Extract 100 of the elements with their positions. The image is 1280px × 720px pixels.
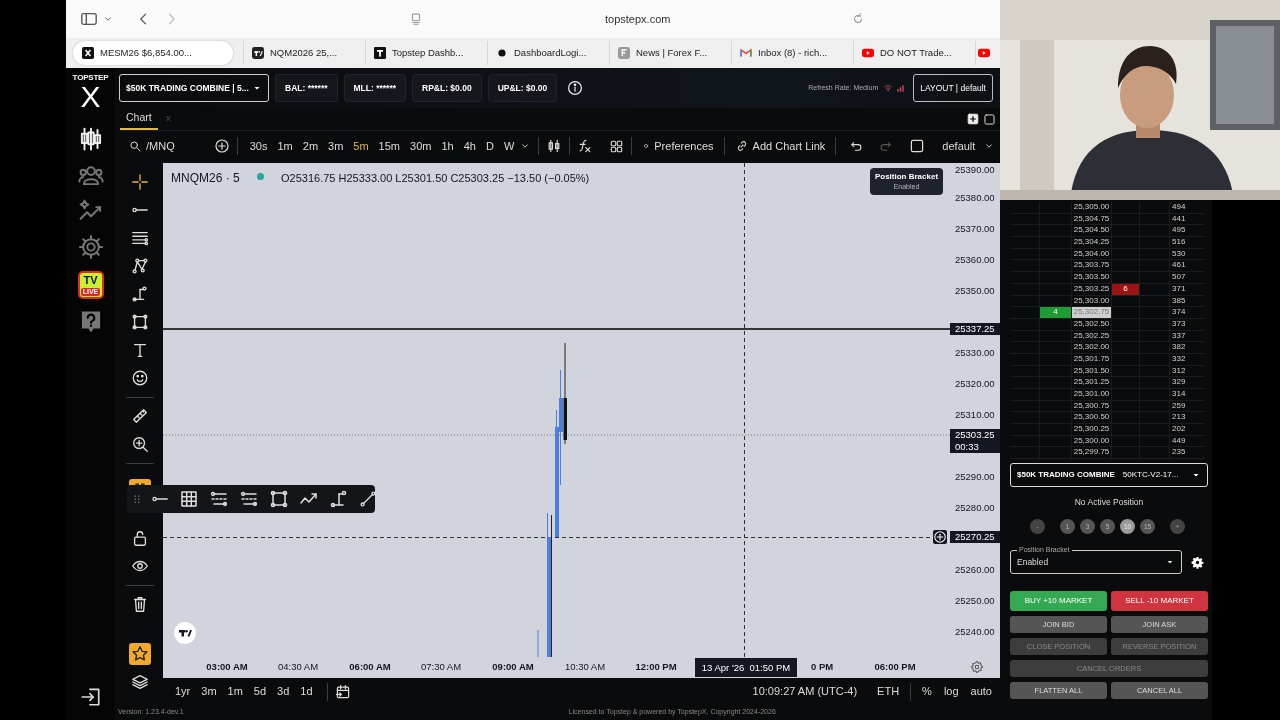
panel-layout-icon[interactable] [983,112,996,126]
undo-icon[interactable] [849,139,864,153]
grid-icon[interactable] [179,489,199,509]
preferences-button[interactable]: Preferences [639,137,717,155]
price-cell[interactable]: 25,303.00 [1072,295,1112,307]
add-order-icon[interactable] [933,530,947,544]
scale-button[interactable]: % [918,683,936,700]
measure-icon[interactable] [131,285,149,303]
redo-icon[interactable] [879,139,894,153]
square-icon[interactable] [909,138,926,154]
chart-tab[interactable]: Chart [120,108,158,130]
volume-cell-text: 259 [1171,400,1187,412]
price-cell[interactable]: 25,299.75 [1072,447,1112,459]
logout-icon[interactable] [79,686,102,708]
interval-button[interactable]: 30m [407,137,435,155]
range-button[interactable]: 3m [197,683,221,700]
range-button[interactable]: 1yr [171,683,195,700]
ruler-icon[interactable] [131,407,149,425]
axis-settings-icon[interactable] [970,660,984,674]
symbol-label[interactable]: MNQM26 · 5 [171,169,240,187]
price-cell[interactable]: 25,301.00 [1072,389,1112,400]
price-cell[interactable]: 25,302.00 [1072,342,1112,353]
layers-icon[interactable] [131,673,149,691]
page-icon[interactable] [409,12,423,26]
interval-button[interactable]: D [482,137,497,155]
settings-icon[interactable] [1191,555,1204,569]
price-cell[interactable]: 25,304.50 [1072,225,1112,237]
lines-icon[interactable] [131,229,149,247]
interval-button[interactable]: 15m [375,137,403,155]
range-button[interactable]: 5d [249,683,271,700]
sidebar-icon[interactable] [80,10,98,28]
emoji-icon[interactable] [131,369,149,387]
scale-button[interactable]: log [939,683,963,700]
price-cell[interactable]: 25,300.00 [1072,435,1112,447]
price-cell[interactable]: 25,300.75 [1072,400,1112,412]
interval-button[interactable]: 2m [299,137,322,155]
price-cell[interactable]: 25,301.25 [1072,377,1112,388]
range-button[interactable]: 3d [273,683,294,700]
lock-icon[interactable] [131,529,149,547]
price-cell[interactable]: 25,305.00 [1072,202,1112,213]
scale-button[interactable]: auto [966,683,996,700]
browser-tab[interactable]: News | Forex F... [609,41,731,65]
price-cell[interactable]: 25,302.25 [1072,330,1112,342]
ask-size[interactable]: 6 [1112,283,1140,295]
price-cell[interactable]: 25,304.75 [1072,213,1112,225]
volume-cell-text: 371 [1171,283,1187,295]
channel-icon[interactable] [209,489,229,509]
price-cell[interactable]: 25,302.50 [1072,318,1112,330]
zoom-in-icon[interactable] [131,435,149,453]
add-symbol-icon[interactable] [213,138,230,154]
account-select[interactable]: $50K TRADING COMBINE | 5... [119,74,269,102]
measure-icon[interactable] [329,489,349,509]
price-cell[interactable]: 25,304.25 [1072,237,1112,248]
interval-button[interactable]: 4h [460,137,479,155]
price-cell[interactable]: 25,301.50 [1072,365,1112,377]
interval-button[interactable]: 1m [274,137,296,155]
browser-tab[interactable] [975,41,992,65]
template-select[interactable]: default [939,137,999,155]
account-select[interactable]: $50K TRADING COMBINE 50KTC-V2-17... [1010,463,1208,488]
interval-button[interactable]: 1h [438,137,457,155]
interval-button[interactable]: 3m [325,137,347,155]
info-icon[interactable] [567,80,584,96]
trend-line-icon[interactable] [359,490,377,508]
rectangle-icon[interactable] [269,489,289,509]
price-cell[interactable]: 25,301.75 [1072,353,1112,365]
calendar-icon[interactable] [334,683,351,700]
pattern-icon[interactable] [131,257,149,275]
chart-logo[interactable] [174,622,196,644]
browser-tab[interactable]: DashboardLogi... [487,41,609,65]
price-cell[interactable]: 25,300.25 [1072,424,1112,435]
crosshair-icon[interactable] [131,173,149,191]
trash-icon[interactable] [131,595,149,613]
layout-button[interactable]: LAYOUT | default [913,74,993,102]
rectangle-icon[interactable] [131,313,149,331]
price-cell[interactable]: 25,303.50 [1072,272,1112,283]
address-bar-url[interactable]: topstepx.com [605,10,671,28]
browser-tab[interactable]: MESM26 $6,854.00... [73,41,233,65]
price-cell[interactable]: 25,300.50 [1072,412,1112,424]
browser-tab[interactable]: Inbox (8) - rich... [731,41,853,65]
grid-icon[interactable] [609,138,625,154]
price-cell[interactable]: 25,303.75 [1072,260,1112,272]
browser-tab[interactable]: Topstep Dashb... [365,41,487,65]
sell-button[interactable]: SELL -10 MARKET [1111,591,1208,612]
chart-link-button[interactable]: Add Chart Link [731,137,829,155]
channel-icon[interactable] [239,489,259,509]
interval-button[interactable]: 30s [246,137,271,155]
range-button[interactable]: 1m [223,683,247,700]
session-button[interactable]: ETH [873,683,904,700]
range-button[interactable]: 1d [296,683,317,700]
browser-tab[interactable]: NQM2026 25,... [243,41,365,65]
interval-button[interactable]: W [500,137,518,155]
chart-area[interactable] [163,163,1000,678]
add-panel-icon[interactable] [967,113,979,125]
text-tool-icon[interactable] [131,341,149,359]
browser-tab[interactable]: DO NOT Trade... [853,41,975,65]
price-cell[interactable]: 25,304.00 [1072,248,1112,260]
symbol-search[interactable]: /MNQ [126,137,178,155]
volume-cell-text: 461 [1171,260,1187,272]
bid-size[interactable]: 4 [1040,307,1072,318]
interval-button[interactable]: 5m [350,137,372,155]
